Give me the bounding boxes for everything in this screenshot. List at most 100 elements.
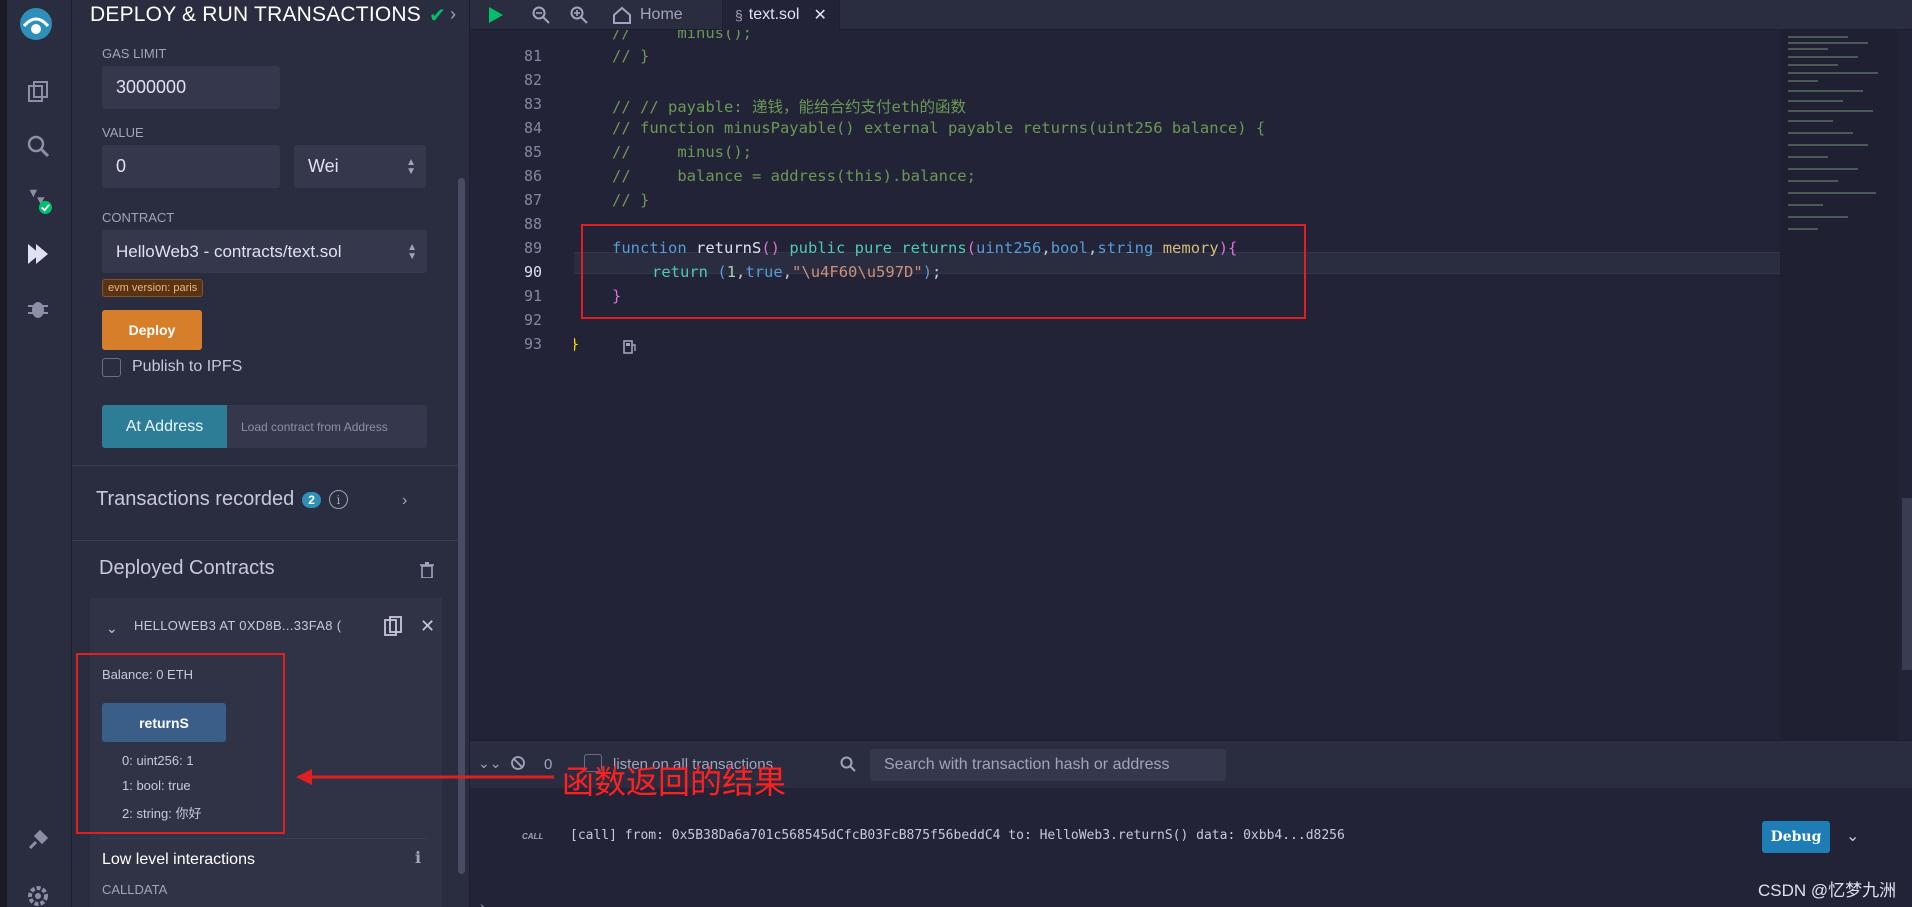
file-explorer-icon[interactable] [24,78,52,106]
prompt-icon: › [480,898,485,907]
load-address-input[interactable]: Load contract from Address [227,405,427,448]
search-icon [840,756,856,777]
info-icon[interactable]: i [415,848,421,867]
annotation-label: 函数返回的结果 [562,763,787,801]
rail-edge [0,0,7,907]
transactions-count-badge: 2 [302,491,321,508]
deploy-button[interactable]: Deploy [102,310,202,350]
tab-home[interactable]: Home [612,0,683,30]
contract-select-text: HelloWeb3 - contracts/text.sol [116,241,342,261]
line-number: 82 [523,71,542,89]
evm-version-badge: evm version: paris [102,279,204,297]
line-number: 83 [523,95,542,113]
plugin-icon[interactable] [24,826,52,854]
remix-logo-icon[interactable] [16,4,56,44]
call-log-line[interactable]: [call] from: 0x5B38Da6a701c568545dCfcB03… [570,828,1345,843]
value-input[interactable]: 0 [102,145,280,188]
check-icon: ✔ [428,4,446,27]
editor-scroll-thumb[interactable] [1902,498,1912,670]
line-number: 86 [523,167,542,185]
value-unit-select[interactable]: Wei ▲ ▼ [294,145,426,188]
annotation-code-box [581,224,1306,319]
transaction-search-input[interactable]: Search with transaction hash or address [870,749,1226,781]
deploy-icon[interactable] [24,240,52,268]
solidity-file-icon: § [735,7,743,23]
gas-pump-icon [622,339,638,360]
line-number: 90 [523,263,542,281]
value-unit-text: Wei [308,156,339,176]
call-tag: CALL [522,832,544,841]
annotation-result-box [76,653,285,834]
terminal-output: CALL [call] from: 0x5B38Da6a701c568545dC… [470,788,1912,907]
code-minimap[interactable] [1780,30,1898,740]
zoom-in-icon[interactable] [570,0,588,30]
copy-icon[interactable] [384,616,402,641]
close-icon[interactable]: ✕ [813,5,826,25]
trash-icon[interactable] [420,562,434,583]
line-number-gutter: 81 82 83 84 85 86 87 88 89 90 91 92 93 [470,30,574,740]
contract-select[interactable]: HelloWeb3 - contracts/text.sol ▲ ▼ [102,230,427,273]
chevron-down-icon[interactable]: ⌄ [106,620,118,637]
line-number: 93 [523,335,542,353]
run-icon[interactable] [488,0,504,30]
updown-icon: ▲ ▼ [407,241,417,262]
transactions-recorded[interactable]: Transactions recorded 2 i [96,488,348,511]
settings-icon[interactable] [24,882,52,907]
tab-file-label: text.sol [748,6,800,23]
code-line: // minus(); [612,30,752,42]
line-number: 81 [523,47,542,65]
gas-limit-input[interactable]: 3000000 [102,66,280,109]
chevron-right-icon[interactable]: › [402,492,407,510]
code-line: // // payable: 递钱，能给合约支付eth的函数 [612,98,966,116]
remix-ide: DEPLOY & RUN TRANSACTIONS ✔ › GAS LIMIT … [0,0,1912,907]
icon-rail [0,0,72,907]
watermark: CSDN @忆梦九洲 [1758,881,1897,900]
line-number: 84 [523,119,542,137]
line-number: 87 [523,191,542,209]
editor-scrollbar[interactable] [1900,30,1912,740]
close-icon[interactable]: ✕ [420,616,435,637]
contract-instance-header[interactable]: ⌄ HELLOWEB3 AT 0XD8B...33FA8 ( ✕ [90,598,442,658]
contract-label: CONTRACT [102,210,175,225]
panel-title: DEPLOY & RUN TRANSACTIONS [90,3,421,26]
deployed-contracts-title: Deployed Contracts [99,557,275,579]
chevron-right-icon[interactable]: › [450,4,456,25]
value-label: VALUE [102,125,144,140]
updown-icon: ▲ ▼ [406,156,416,177]
code-line: // minus(); [612,143,752,161]
divider [72,540,458,541]
low-level-interactions-title: Low level interactions [102,851,255,868]
search-icon[interactable] [24,132,52,160]
contract-instance-name: HELLOWEB3 AT 0XD8B...33FA8 ( [134,618,342,633]
code-line: } [574,335,579,353]
line-number: 92 [523,311,542,329]
calldata-label: CALLDATA [102,882,168,897]
divider [72,465,458,466]
tab-home-label: Home [640,6,683,23]
debugger-icon[interactable] [24,294,52,322]
publish-ipfs-label: Publish to IPFS [132,358,243,375]
chevron-down-icon[interactable]: ⌄ [1846,826,1859,846]
line-number: 89 [523,239,542,257]
editor-tab-bar: Home § text.sol ✕ [470,0,1912,30]
code-line: // } [612,47,650,65]
home-icon [613,6,631,24]
publish-ipfs-checkbox[interactable] [102,358,121,377]
line-number: 91 [523,287,542,305]
at-address-button[interactable]: At Address [102,405,227,448]
line-number: 85 [523,143,542,161]
code-line: // } [612,191,650,209]
panel-header: DEPLOY & RUN TRANSACTIONS ✔ › [90,0,456,30]
code-line: // balance = address(this).balance; [612,167,976,185]
debug-button[interactable]: Debug [1762,821,1830,853]
code-line: // function minusPayable() external paya… [612,119,1266,137]
info-icon[interactable]: i [328,490,348,509]
solidity-compiler-icon[interactable] [24,186,52,214]
gas-limit-label: GAS LIMIT [102,46,167,61]
tab-text-sol[interactable]: § text.sol ✕ [722,0,840,30]
transactions-recorded-label: Transactions recorded [96,488,295,510]
divider [102,838,427,839]
code-editor[interactable]: // minus(); // } // // payable: 递钱，能给合约支… [574,30,1780,740]
annotation-arrow-icon [296,769,554,785]
zoom-out-icon[interactable] [532,0,550,30]
